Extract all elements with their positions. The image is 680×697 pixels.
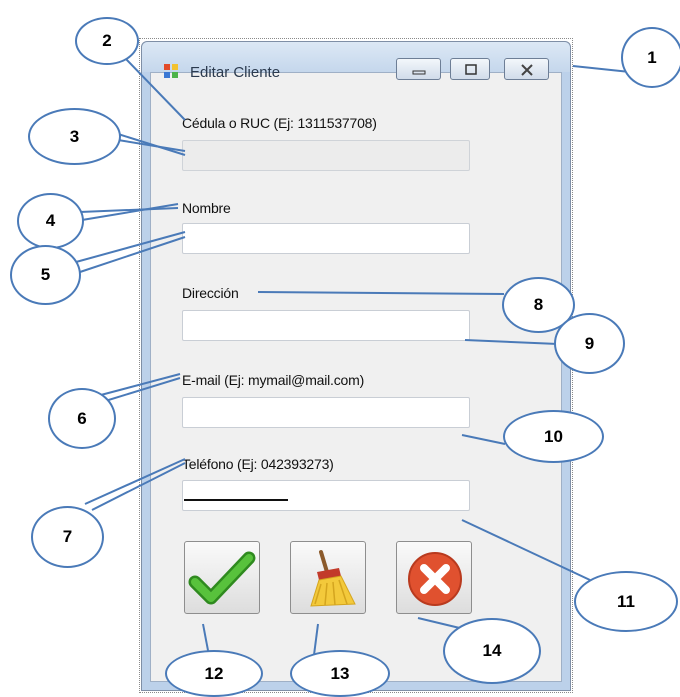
- callout-10: 10: [503, 410, 604, 463]
- callout-3: 3: [28, 108, 121, 165]
- callout-14: 14: [443, 618, 541, 684]
- callout-11: 11: [574, 571, 678, 632]
- callout-5: 5: [10, 245, 81, 305]
- callout-6: 6: [48, 388, 116, 449]
- callout-12: 12: [165, 650, 263, 697]
- callout-4: 4: [17, 193, 84, 249]
- callout-2: 2: [75, 17, 139, 65]
- callout-9: 9: [554, 313, 625, 374]
- callout-13: 13: [290, 650, 390, 697]
- callout-1: 1: [621, 27, 680, 88]
- callout-7: 7: [31, 506, 104, 568]
